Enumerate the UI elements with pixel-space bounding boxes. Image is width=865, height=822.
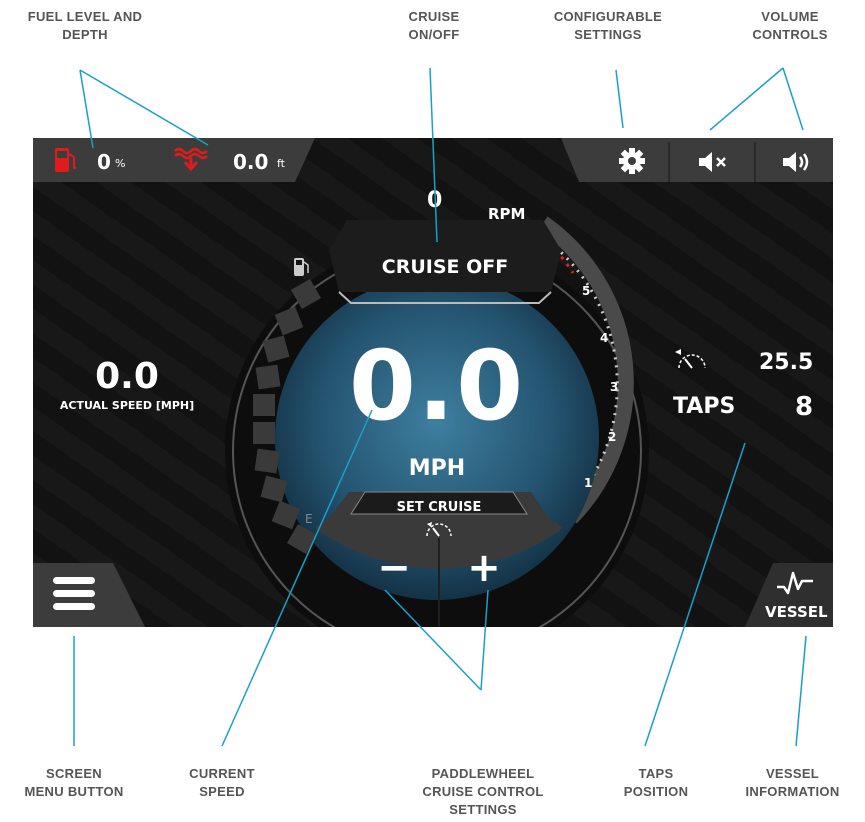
- callout-current-speed: CURRENT SPEED: [172, 765, 272, 801]
- rpm-label: RPM: [488, 205, 526, 223]
- callout-line: CRUISE: [408, 9, 460, 24]
- taps-position-readout[interactable]: TAPS 8: [673, 392, 823, 426]
- callout-fuel-depth: FUEL LEVEL AND DEPTH: [20, 8, 150, 44]
- callout-taps-position: TAPS POSITION: [606, 765, 706, 801]
- callout-line: SETTINGS: [574, 27, 642, 42]
- rpm-value: 0: [427, 188, 443, 213]
- fuel-level-indicator: 0 %: [53, 148, 153, 174]
- callout-cruise-toggle: CRUISE ON/OFF: [384, 8, 484, 44]
- callout-paddlewheel: PADDLEWHEEL CRUISE CONTROL SETTINGS: [408, 765, 558, 819]
- fuel-pump-icon: [55, 148, 76, 172]
- vessel-label: VESSEL: [765, 603, 828, 621]
- callout-line: SCREEN: [46, 766, 102, 781]
- callout-line: CONFIGURABLE: [553, 9, 663, 24]
- actual-speed-value: 0.0: [95, 356, 159, 397]
- depth-unit: ft: [277, 157, 285, 170]
- actual-speed-panel: 0.0 ACTUAL SPEED [MPH]: [47, 356, 207, 412]
- taps-label: TAPS: [673, 394, 736, 419]
- callout-line: VESSEL: [765, 766, 820, 781]
- callout-line: CONTROLS: [752, 27, 828, 42]
- set-cruise-label-wrap: SET CRUISE: [379, 498, 499, 516]
- set-cruise-label: SET CRUISE: [396, 500, 482, 515]
- tach-label-3: 3: [610, 380, 619, 394]
- plus-label: +: [467, 545, 501, 591]
- leader-vessel: [795, 635, 807, 747]
- callout-line: CRUISE CONTROL: [422, 784, 544, 799]
- mute-button[interactable]: [673, 142, 751, 180]
- callout-line: VOLUME: [761, 9, 819, 24]
- fuel-unit: %: [115, 157, 126, 170]
- tach-label-4: 4: [600, 331, 609, 345]
- current-speed-value: 0.0: [348, 330, 526, 442]
- leader-mute: [709, 67, 784, 131]
- taps-value: 8: [795, 392, 814, 422]
- depth-indicator: 0.0 ft: [173, 147, 303, 174]
- callout-line: MENU BUTTON: [24, 784, 124, 799]
- tach-label-2: 2: [608, 430, 617, 444]
- cruise-set-speed-icon: [675, 349, 706, 369]
- cruise-toggle-label: CRUISE OFF: [381, 256, 509, 278]
- fuel-empty-label: E: [305, 512, 313, 526]
- actual-speed-label: ACTUAL SPEED [MPH]: [59, 399, 195, 412]
- leader-volume: [782, 67, 804, 131]
- speaker-icon: [783, 152, 809, 172]
- current-speed-readout: 0.0: [337, 336, 537, 436]
- fuel-value: 0: [97, 150, 111, 174]
- callout-screen-menu: SCREEN MENU BUTTON: [14, 765, 134, 801]
- tach-label-5: 5: [582, 284, 591, 298]
- callout-line: POSITION: [623, 784, 689, 799]
- speed-unit-wrap: MPH: [387, 456, 487, 481]
- callout-line: FUEL LEVEL AND: [27, 9, 143, 24]
- leader-depth: [79, 69, 209, 146]
- depth-value: 0.0: [233, 150, 269, 174]
- pulse-icon: [777, 571, 813, 595]
- callout-configurable: CONFIGURABLE SETTINGS: [538, 8, 678, 44]
- cruise-set-speed-value: 25.5: [759, 350, 814, 375]
- leader-fuel: [79, 69, 94, 149]
- minus-label: −: [377, 545, 411, 591]
- fuel-gauge-icon: [294, 258, 309, 276]
- tach-label-1: 1: [584, 476, 593, 490]
- callout-line: ON/OFF: [408, 27, 460, 42]
- cruise-decrease-button[interactable]: −: [351, 543, 437, 603]
- callout-vessel-info: VESSEL INFORMATION: [730, 765, 855, 801]
- volume-button[interactable]: [759, 142, 829, 180]
- settings-button[interactable]: [599, 142, 665, 180]
- callout-line: DEPTH: [62, 27, 108, 42]
- callout-line: INFORMATION: [745, 784, 840, 799]
- cruise-increase-button[interactable]: +: [441, 543, 527, 603]
- vessel-info-button[interactable]: VESSEL: [753, 563, 833, 627]
- callout-line: SPEED: [199, 784, 245, 799]
- leader-settings: [615, 69, 624, 129]
- speed-unit: MPH: [408, 456, 466, 481]
- callout-line: TAPS: [638, 766, 674, 781]
- depth-wave-icon: [174, 147, 208, 172]
- callout-line: SETTINGS: [449, 802, 517, 817]
- gear-icon: [619, 148, 645, 174]
- cruise-speedometer-icon: [426, 522, 452, 537]
- helm-display: 0 % 0.0 ft 0 RPM CRUISE OFF E 5 4 3 2 1 …: [33, 138, 833, 627]
- callout-volume: VOLUME CONTROLS: [735, 8, 845, 44]
- callout-line: PADDLEWHEEL: [431, 766, 535, 781]
- cruise-toggle-button[interactable]: CRUISE OFF: [347, 246, 543, 288]
- callout-line: CURRENT: [189, 766, 255, 781]
- screen-menu-button[interactable]: [33, 563, 129, 627]
- hamburger-menu-icon: [53, 577, 95, 610]
- mute-icon: [699, 152, 726, 172]
